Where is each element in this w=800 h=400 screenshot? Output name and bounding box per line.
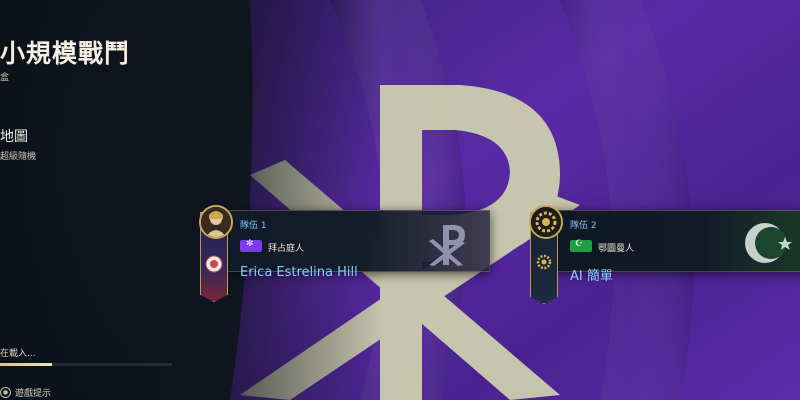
loading-progress-fill — [0, 363, 52, 366]
page-title: 小規模戰鬥 — [0, 39, 131, 68]
crescent-star-icon — [745, 223, 792, 263]
team-1-civ-name: 拜占庭人 — [268, 244, 305, 254]
avatar[interactable] — [529, 205, 563, 239]
chi-rho-icon — [429, 225, 465, 266]
team-2-player-name: AI 簡單 — [570, 269, 613, 284]
team-1-label: 隊伍 1 — [240, 221, 267, 231]
crescent-star-icon: ☪ — [575, 239, 584, 249]
ai-gear-icon — [531, 207, 561, 237]
team-1-player-name: Erica Estrelina Hill — [240, 265, 358, 280]
game-tips-button[interactable]: ● 遊戲提示 — [0, 386, 51, 399]
avatar[interactable] — [199, 205, 233, 239]
chi-rho-icon: ✻ — [246, 239, 254, 249]
team-2-civ-name: 鄂圖曼人 — [598, 244, 635, 254]
rose-emblem-icon — [205, 255, 223, 273]
ottoman-flag-chip: ☪ — [570, 239, 592, 252]
byzantine-flag-chip: ✻ — [240, 239, 262, 252]
team-2-label: 隊伍 2 — [570, 221, 597, 231]
map-label: 地圖 — [0, 129, 28, 145]
map-value: 超級隨機 — [0, 152, 37, 162]
loading-progress-bar — [0, 363, 172, 366]
leader-portrait-icon — [201, 207, 231, 237]
controller-button-icon: ● — [0, 387, 11, 398]
game-tips-label: 遊戲提示 — [15, 389, 52, 399]
gear-icon — [536, 254, 552, 270]
page-subtitle: 盒 — [0, 73, 10, 83]
loading-text: 在載入... — [0, 349, 36, 359]
